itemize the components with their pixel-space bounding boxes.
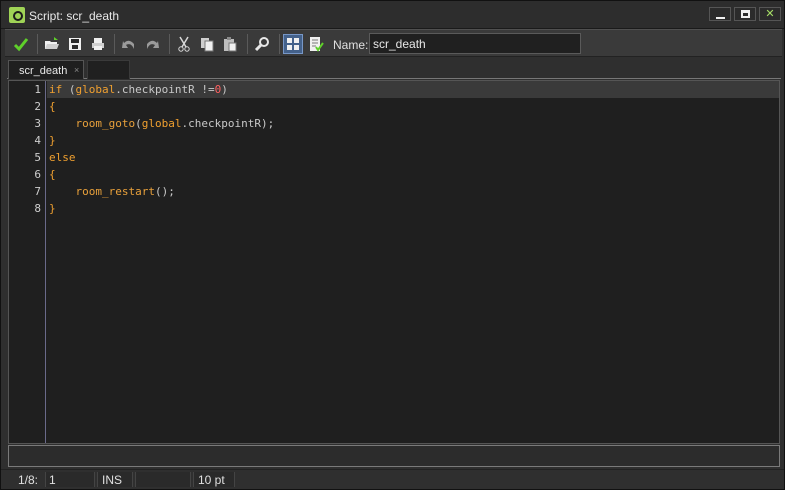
tab-empty[interactable] [87, 60, 130, 79]
code-line: } [47, 200, 779, 217]
name-label: Name: [333, 38, 369, 52]
maximize-icon [741, 10, 750, 18]
cursor-column: 1 [49, 473, 56, 487]
status-blank-box [135, 472, 191, 487]
cursor-position: 1/8: [18, 473, 39, 487]
function-token: room_goto [75, 117, 136, 130]
folder-open-icon [45, 37, 59, 49]
script-name-input[interactable] [369, 33, 581, 54]
toolbar-separator [37, 34, 38, 54]
tab-scr-death[interactable]: scr_death × [8, 60, 84, 79]
punctuation-token: ( [62, 83, 76, 96]
floppy-disk-icon [69, 38, 81, 50]
punctuation-token: . [115, 83, 122, 96]
punctuation-token: (); [154, 185, 175, 198]
code-line: room_goto(global.checkpointR); [47, 115, 779, 132]
document-check-icon [310, 37, 324, 52]
undo-icon [122, 40, 134, 49]
paste-icon [224, 37, 237, 52]
line-number-gutter: 1 2 3 4 5 6 7 8 [9, 81, 46, 443]
copy-button[interactable] [197, 34, 217, 54]
code-line-current: if (global.checkpointR !=0) [47, 81, 779, 98]
title-bar[interactable]: Script: scr_death ✕ [1, 1, 784, 29]
punctuation-token: ); [260, 117, 275, 130]
brace-token: { [49, 168, 56, 181]
redo-button[interactable] [142, 34, 162, 54]
open-button[interactable] [42, 34, 62, 54]
line-number: 2 [34, 100, 41, 113]
line-number: 6 [34, 168, 41, 181]
identifier-token: checkpointR [188, 117, 261, 130]
brace-token: } [49, 134, 56, 147]
magnifier-icon [254, 37, 269, 52]
code-line: { [47, 98, 779, 115]
keyword-token: if [49, 83, 63, 96]
code-line: else [47, 149, 779, 166]
identifier-token: checkpointR [121, 83, 195, 96]
toolbar: Name: [5, 29, 782, 57]
code-line: { [47, 166, 779, 183]
paste-button[interactable] [220, 34, 240, 54]
maximize-button[interactable] [734, 7, 756, 21]
minimize-button[interactable] [709, 7, 731, 21]
insert-mode: INS [102, 473, 123, 487]
toolbar-separator [169, 34, 170, 54]
cut-button[interactable] [174, 34, 194, 54]
ok-button[interactable] [11, 34, 31, 54]
line-number: 5 [34, 151, 41, 164]
output-panel[interactable] [8, 445, 780, 467]
line-number: 7 [34, 185, 41, 198]
grid-icon [287, 38, 299, 50]
redo-icon [147, 40, 159, 49]
close-icon: ✕ [765, 8, 775, 20]
save-button[interactable] [65, 34, 85, 54]
code-line: } [47, 132, 779, 149]
keyword-token: else [49, 151, 76, 164]
window-title: Script: scr_death [29, 9, 120, 23]
tab-close-icon[interactable]: × [74, 65, 79, 75]
font-size-indicator: 10 pt [198, 473, 225, 487]
toolbar-separator [114, 34, 115, 54]
copy-icon [201, 38, 214, 52]
line-number: 1 [34, 83, 41, 96]
code-editor[interactable]: 1 2 3 4 5 6 7 8 if (global.checkpointR !… [8, 80, 780, 444]
gamemaker-logo-icon [9, 7, 25, 23]
checkmark-icon [13, 38, 29, 52]
printer-icon [92, 38, 104, 50]
keyword-token: global [141, 117, 182, 130]
punctuation-token: ) [221, 83, 228, 96]
function-token: room_restart [75, 185, 155, 198]
toolbar-separator [279, 34, 280, 54]
status-bar: 1/8: 1 INS 10 pt [1, 469, 784, 489]
check-script-button[interactable] [306, 34, 326, 54]
keyword-token: global [75, 83, 116, 96]
find-button[interactable] [252, 34, 272, 54]
script-editor-window: Script: scr_death ✕ Name: scr_death scr_… [0, 0, 785, 490]
punctuation-token: ( [135, 117, 142, 130]
code-area[interactable]: if (global.checkpointR !=0) { room_goto(… [47, 81, 779, 443]
minimize-icon [716, 17, 725, 19]
line-number: 3 [34, 117, 41, 130]
toggle-panel-button[interactable] [283, 34, 303, 54]
tab-label: scr_death [19, 65, 68, 77]
brace-token: { [49, 100, 56, 113]
close-button[interactable]: ✕ [759, 7, 781, 21]
tab-strip: scr_death × [7, 59, 781, 79]
toolbar-separator [247, 34, 248, 54]
operator-token: != [194, 83, 215, 96]
scissors-icon [178, 36, 190, 52]
code-line: room_restart(); [47, 183, 779, 200]
line-number: 8 [34, 202, 41, 215]
print-button[interactable] [88, 34, 108, 54]
undo-button[interactable] [119, 34, 139, 54]
line-number: 4 [34, 134, 41, 147]
brace-token: } [49, 202, 56, 215]
